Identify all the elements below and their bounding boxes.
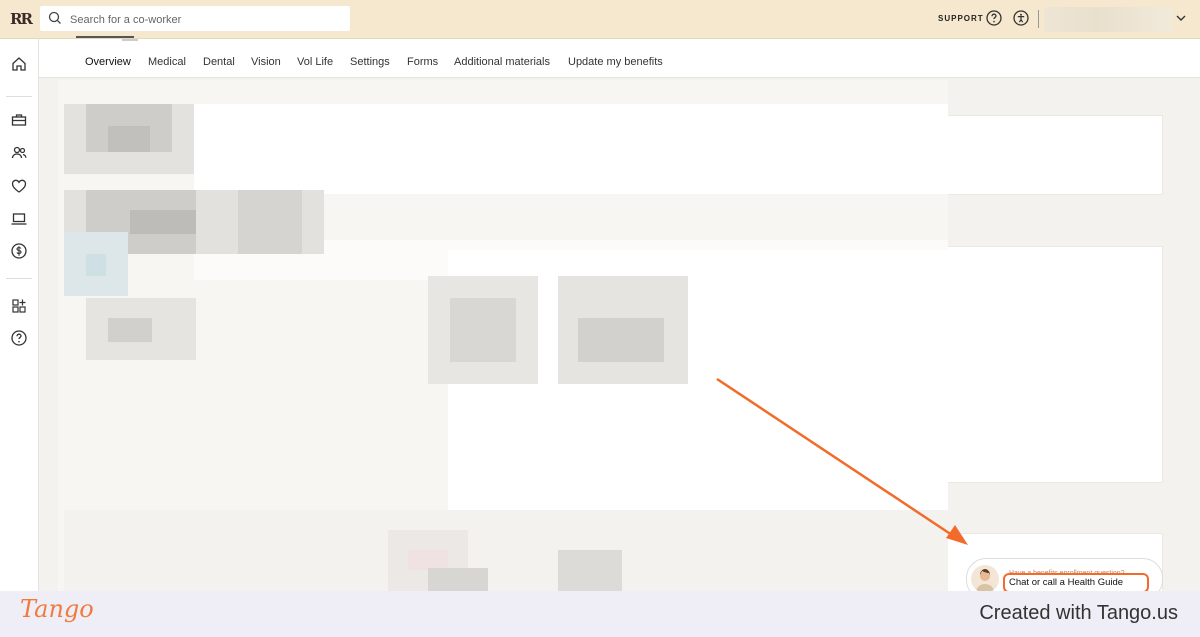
tango-footer: Tango Created with Tango.us <box>0 591 1200 637</box>
health-guide-avatar <box>971 565 999 593</box>
health-guide-button[interactable]: Chat or call a Health Guide <box>1003 573 1149 593</box>
tango-logo: Tango <box>20 595 94 623</box>
created-with-text: Created with Tango.us <box>979 602 1178 624</box>
guide-arrow <box>716 377 968 545</box>
